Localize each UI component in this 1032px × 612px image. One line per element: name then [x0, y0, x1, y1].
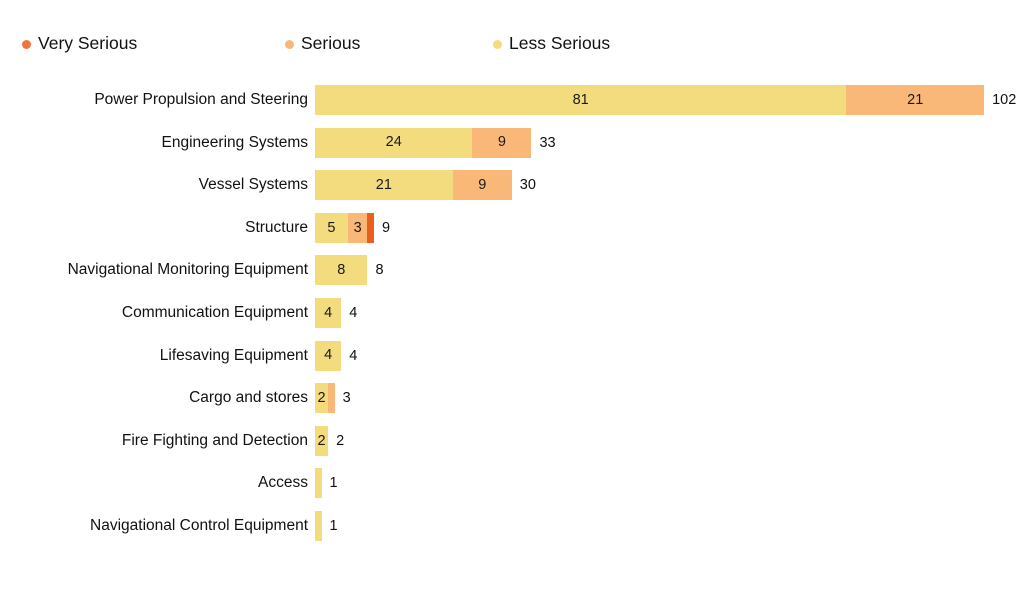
bar-segment-less-serious[interactable]: 4 [315, 340, 342, 371]
segment-value-label: 2 [317, 432, 326, 449]
bar-total-label: 3 [342, 390, 351, 407]
chart-row: Navigational Control Equipment 1 [0, 511, 1032, 541]
bar-segment-less-serious[interactable]: 8 [315, 255, 368, 286]
bar-segment-less-serious[interactable]: 24 [315, 127, 473, 158]
stacked-bar[interactable]: 24 9 [315, 127, 532, 158]
bar-total-label: 4 [349, 347, 358, 364]
bar-segment-less-serious[interactable] [315, 511, 322, 541]
stacked-bar[interactable] [315, 511, 322, 541]
segment-value-label: 8 [337, 262, 346, 279]
segment-value-label: 2 [317, 389, 326, 406]
stacked-bar[interactable]: 2 [315, 383, 335, 414]
category-label: Fire Fighting and Detection [121, 431, 308, 449]
stacked-bar[interactable]: 2 [315, 425, 329, 456]
segment-value-label: 24 [385, 134, 402, 151]
bar-total-label: 1 [329, 518, 338, 534]
segment-value-label: 4 [324, 347, 333, 364]
bar-total-label: 1 [329, 475, 338, 492]
segment-value-label: 81 [572, 91, 589, 108]
chart-row: Lifesaving Equipment 4 4 [0, 340, 1032, 371]
bar-segment-less-serious[interactable]: 2 [315, 383, 329, 414]
stacked-bar[interactable]: 4 [315, 340, 342, 371]
bar-segment-less-serious[interactable]: 4 [315, 298, 342, 328]
segment-value-label: 5 [327, 219, 336, 236]
category-label: Access [258, 474, 308, 492]
bar-segment-less-serious[interactable]: 81 [315, 85, 847, 115]
segment-value-label: 9 [497, 134, 506, 151]
category-label: Navigational Control Equipment [90, 517, 308, 534]
chart-row: Communication Equipment 4 4 [0, 298, 1032, 328]
segment-value-label: 21 [375, 176, 392, 193]
category-label: Cargo and stores [189, 389, 308, 407]
bar-segment-serious[interactable]: 21 [846, 85, 985, 115]
bar-segment-serious[interactable]: 9 [472, 127, 532, 158]
chart-row: Fire Fighting and Detection 2 2 [0, 425, 1032, 456]
bar-total-label: 30 [519, 177, 536, 194]
bar-total-label: 102 [992, 92, 1017, 108]
bar-segment-serious[interactable]: 9 [452, 170, 512, 201]
bar-segment-less-serious[interactable]: 2 [315, 425, 329, 456]
stacked-bar[interactable]: 81 21 [315, 85, 985, 115]
chart-row: Cargo and stores 2 3 [0, 383, 1032, 414]
chart-row: Navigational Monitoring Equipment 8 8 [0, 255, 1032, 286]
segment-value-label: 21 [907, 91, 924, 108]
stacked-bar[interactable]: 53 [315, 212, 375, 243]
chart-row: Vessel Systems 21 9 30 [0, 170, 1032, 201]
bar-total-label: 8 [375, 262, 384, 279]
chart-row: Power Propulsion and Steering 81 21 102 [0, 85, 1032, 115]
segment-value-label: 4 [324, 304, 333, 321]
bar-segment-less-serious[interactable] [315, 468, 322, 499]
category-label: Navigational Monitoring Equipment [67, 261, 308, 279]
stacked-bar[interactable]: 8 [315, 255, 368, 286]
category-label: Communication Equipment [121, 304, 308, 321]
chart-row: Engineering Systems 24 9 33 [0, 127, 1032, 158]
segment-value-label: 9 [478, 176, 487, 193]
stacked-bar[interactable]: 4 [315, 298, 342, 328]
bar-total-label: 2 [336, 432, 345, 449]
bar-total-label: 33 [539, 134, 556, 151]
category-label: Lifesaving Equipment [159, 346, 308, 364]
stacked-bar[interactable] [315, 468, 322, 499]
category-label: Power Propulsion and Steering [94, 91, 308, 108]
plot-area: Power Propulsion and Steering 81 21 102 Engi… [0, 0, 1032, 612]
bar-segment-serious[interactable]: 3 [347, 212, 368, 243]
bar-segment-less-serious[interactable]: 21 [315, 170, 453, 201]
stacked-bar-chart: Very Serious Serious Less Serious Power Pr… [0, 0, 1032, 612]
segment-value-label: 3 [353, 219, 362, 236]
bar-segment-very-serious[interactable] [367, 212, 375, 243]
bar-total-label: 4 [349, 305, 358, 321]
stacked-bar[interactable]: 21 9 [315, 170, 512, 201]
category-label: Structure [245, 218, 308, 236]
category-label: Engineering Systems [161, 133, 308, 151]
category-label: Vessel Systems [198, 176, 308, 194]
chart-row: Access 1 [0, 468, 1032, 499]
bar-segment-serious[interactable] [328, 383, 335, 414]
bar-segment-less-serious[interactable]: 5 [315, 212, 348, 243]
bar-total-label: 9 [382, 219, 391, 236]
chart-row: Structure 5 3 9 [0, 212, 1032, 243]
